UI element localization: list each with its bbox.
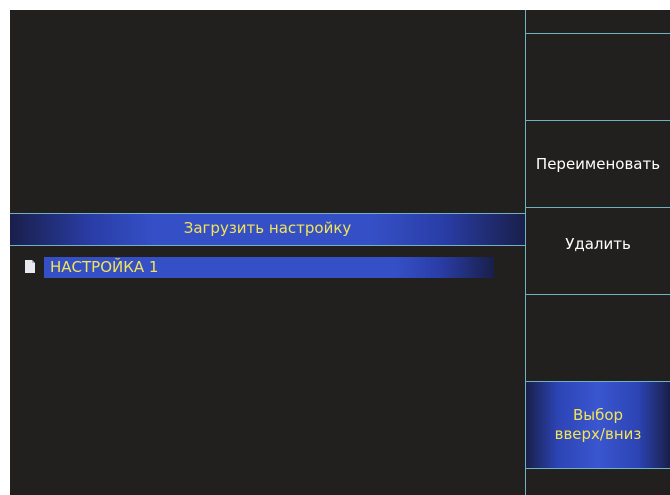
delete-button[interactable]: Удалить	[526, 208, 670, 295]
softkey-0[interactable]	[526, 10, 670, 34]
select-up-down-button[interactable]: Выбор вверх/вниз	[526, 382, 670, 469]
file-icon	[25, 260, 35, 273]
file-browser-pane: Загрузить настройку НАСТРОЙКА 1	[10, 10, 525, 495]
softkey-4[interactable]	[526, 295, 670, 382]
list-item-label: НАСТРОЙКА 1	[44, 257, 494, 278]
rename-label: Переименовать	[535, 155, 661, 173]
softkey-column: Переименовать Удалить Выбор вверх/вниз	[525, 10, 670, 495]
rename-button[interactable]: Переименовать	[526, 121, 670, 208]
select-up-down-label: Выбор вверх/вниз	[554, 406, 642, 443]
softkey-1[interactable]	[526, 34, 670, 121]
list-item[interactable]: НАСТРОЙКА 1	[10, 254, 525, 278]
delete-label: Удалить	[565, 235, 631, 253]
panel-title: Загрузить настройку	[10, 213, 525, 246]
settings-list: НАСТРОЙКА 1	[10, 254, 525, 278]
device-screen: Загрузить настройку НАСТРОЙКА 1 Переимен…	[10, 10, 670, 495]
